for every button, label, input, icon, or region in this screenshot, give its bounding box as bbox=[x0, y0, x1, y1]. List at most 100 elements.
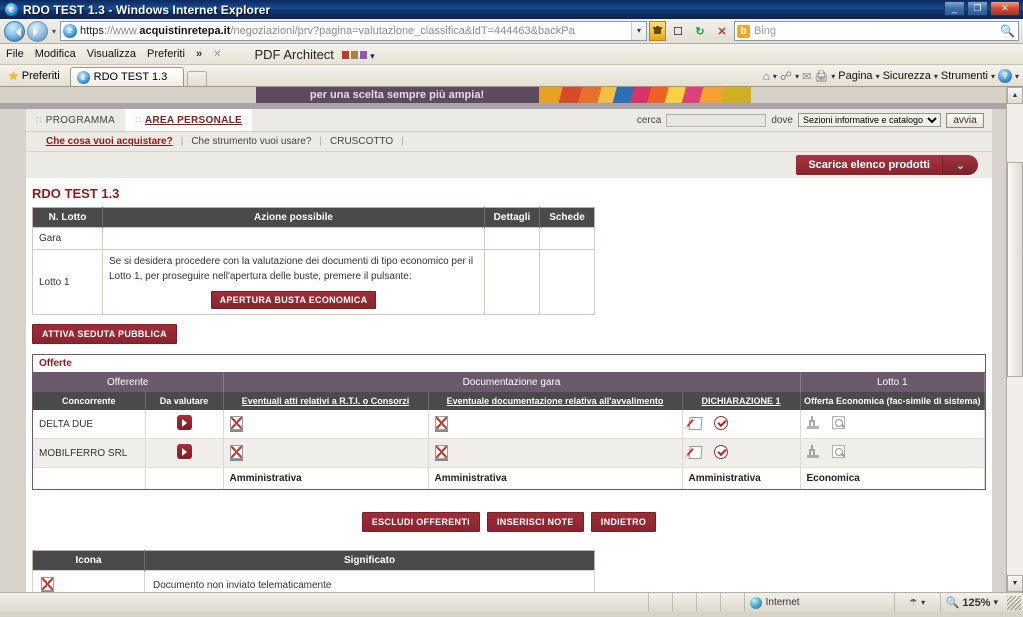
offers-col-dichiarazione-1[interactable]: DICHIARAZIONE 1 bbox=[682, 392, 801, 410]
pagina-caret[interactable]: ▾ bbox=[876, 72, 880, 81]
offer-dichiarazione-cell-delta-due[interactable] bbox=[682, 410, 801, 439]
stop-icon[interactable]: ✕ bbox=[712, 21, 732, 41]
security-zone-indicator[interactable]: Internet bbox=[745, 593, 895, 612]
subnav-che-strumento-vuoi-usare[interactable]: Che strumento vuoi usare? bbox=[183, 136, 319, 147]
protected-mode-caret[interactable]: ▾ bbox=[921, 598, 925, 607]
approved-icon[interactable] bbox=[714, 415, 729, 430]
favorites-button[interactable]: ★ Preferiti bbox=[4, 67, 68, 86]
preview-icon[interactable] bbox=[832, 445, 846, 458]
inserisci-note-button[interactable]: INSERISCI NOTE bbox=[486, 512, 584, 532]
search-box[interactable]: b Bing 🔍 bbox=[734, 21, 1019, 41]
vertical-scrollbar[interactable]: ▲ ▼ bbox=[1006, 87, 1023, 592]
offers-col-rti-consorzi[interactable]: Eventuali atti relativi a R.T.I. o Conso… bbox=[223, 392, 429, 410]
edit-icon[interactable] bbox=[688, 445, 702, 459]
offer-dichiarazione-cell-mobilferro[interactable] bbox=[682, 438, 801, 468]
nav-tab-area-personale[interactable]: ∷ AREA PERSONALE bbox=[125, 109, 253, 131]
pdf-architect-caret[interactable]: ▾ bbox=[370, 51, 375, 61]
recent-pages-caret[interactable]: ▾ bbox=[50, 27, 58, 36]
url-text: https://www.acquistinretepa.it/negoziazi… bbox=[80, 25, 631, 37]
window-resize-grip[interactable] bbox=[1007, 595, 1021, 610]
close-button[interactable]: ✕ bbox=[990, 1, 1020, 16]
chevron-double-down-icon[interactable]: ⌄ bbox=[942, 155, 978, 175]
strumenti-caret[interactable]: ▾ bbox=[991, 72, 995, 81]
menu-item-visualizza[interactable]: Visualizza bbox=[87, 48, 136, 60]
mail-icon[interactable]: ✉ bbox=[802, 70, 811, 83]
help-icon[interactable]: ? bbox=[997, 69, 1012, 83]
offer-economica-cell-delta-due[interactable] bbox=[800, 410, 985, 439]
portal-search-submit-button[interactable]: avvia bbox=[946, 112, 984, 128]
print-caret[interactable]: ▾ bbox=[831, 72, 835, 81]
menu-item-modifica[interactable]: Modifica bbox=[35, 48, 76, 60]
offer-evaluate-cell-delta-due[interactable] bbox=[145, 410, 224, 439]
scrollbar-track[interactable] bbox=[1007, 104, 1023, 575]
scroll-down-arrow-icon[interactable]: ▼ bbox=[1007, 575, 1023, 592]
indietro-button[interactable]: INDIETRO bbox=[590, 512, 657, 532]
new-tab-button[interactable] bbox=[187, 71, 208, 86]
nav-tab-programma[interactable]: ∷ PROGRAMMA bbox=[26, 109, 125, 131]
help-caret[interactable]: ▾ bbox=[1015, 72, 1019, 81]
menu-item-preferiti[interactable]: Preferiti bbox=[147, 48, 185, 60]
offers-footer-rti-type: Amministrativa bbox=[223, 467, 429, 489]
home-icon[interactable]: ⌂ bbox=[763, 69, 770, 83]
portal-search-scope-select[interactable]: Sezioni informative e catalogo bbox=[798, 113, 941, 127]
sicurezza-caret[interactable]: ▾ bbox=[934, 72, 938, 81]
command-sicurezza[interactable]: Sicurezza bbox=[883, 70, 931, 82]
subnav-cruscotto[interactable]: CRUSCOTTO bbox=[322, 136, 401, 147]
escludi-offerenti-button[interactable]: ESCLUDI OFFERENTI bbox=[361, 512, 480, 532]
pdf-architect-icons[interactable] bbox=[341, 50, 367, 59]
offers-footer-avvalimento-type: Amministrativa bbox=[428, 467, 683, 489]
print-icon[interactable]: 🖨 bbox=[814, 70, 828, 83]
offer-economica-cell-mobilferro[interactable] bbox=[800, 438, 985, 468]
status-seg-3 bbox=[673, 593, 697, 612]
offers-col-avvalimento[interactable]: Eventuale documentazione relativa all'av… bbox=[428, 392, 683, 410]
page-body: ∷ PROGRAMMA ∷ AREA PERSONALE cerca dove … bbox=[0, 109, 1006, 592]
rss-caret[interactable]: ▾ bbox=[795, 72, 799, 81]
download-icon[interactable] bbox=[806, 416, 819, 429]
home-caret[interactable]: ▾ bbox=[773, 72, 777, 81]
edit-icon[interactable] bbox=[688, 416, 702, 430]
pdf-create-icon[interactable] bbox=[341, 50, 349, 59]
url-bar[interactable]: https://www.acquistinretepa.it/negoziazi… bbox=[60, 21, 647, 41]
offers-footer-dichiarazione-type: Amministrativa bbox=[682, 467, 801, 489]
rss-feeds-icon[interactable]: ☍ bbox=[780, 69, 792, 83]
lots-table: N. Lotto Azione possibile Dettagli Sched… bbox=[32, 207, 595, 315]
pdf-edit-icon[interactable] bbox=[350, 50, 358, 59]
command-strumenti[interactable]: Strumenti bbox=[941, 70, 988, 82]
status-seg-2 bbox=[649, 593, 673, 612]
menu-close-icon[interactable]: ✕ bbox=[213, 49, 221, 60]
approved-icon[interactable] bbox=[714, 444, 729, 459]
maximize-button[interactable]: ❐ bbox=[967, 1, 988, 16]
lots-table-header-row: N. Lotto Azione possibile Dettagli Sched… bbox=[32, 207, 595, 228]
scroll-up-arrow-icon[interactable]: ▲ bbox=[1007, 87, 1023, 104]
apertura-busta-economica-button[interactable]: APERTURA BUSTA ECONOMICA bbox=[210, 291, 377, 309]
protected-mode-indicator[interactable]: ☂ ▾ bbox=[895, 593, 941, 612]
portal-search-input[interactable] bbox=[666, 113, 767, 127]
compatibility-view-icon[interactable]: ☐ bbox=[668, 21, 688, 41]
browser-tab-rdo-test[interactable]: RDO TEST 1.3 bbox=[69, 67, 185, 86]
play-icon[interactable] bbox=[176, 415, 192, 430]
download-icon[interactable] bbox=[806, 445, 819, 458]
zoom-control[interactable]: 🔍 125% ▾ bbox=[941, 596, 1003, 610]
pdf-convert-icon[interactable] bbox=[359, 50, 367, 59]
back-button[interactable] bbox=[4, 20, 25, 42]
search-magnifier-icon[interactable]: 🔍 bbox=[1000, 24, 1018, 38]
command-pagina[interactable]: Pagina bbox=[838, 70, 872, 82]
menu-item-file[interactable]: File bbox=[6, 48, 24, 60]
scrollbar-thumb[interactable] bbox=[1007, 162, 1023, 377]
table-row: MOBILFERRO SRL bbox=[33, 438, 985, 468]
play-icon[interactable] bbox=[176, 444, 192, 459]
url-dropdown-caret[interactable]: ▾ bbox=[631, 22, 646, 40]
subnav-che-cosa-vuoi-acquistare[interactable]: Che cosa vuoi acquistare? bbox=[38, 136, 181, 147]
search-input[interactable]: Bing bbox=[754, 25, 776, 37]
offer-rti-cell-mobilferro bbox=[223, 438, 429, 468]
menu-overflow-icon[interactable]: » bbox=[196, 48, 202, 60]
zoom-caret[interactable]: ▾ bbox=[993, 597, 998, 608]
minimize-button[interactable]: _ bbox=[944, 1, 965, 16]
preview-icon[interactable] bbox=[832, 416, 846, 429]
forward-button[interactable] bbox=[27, 20, 48, 42]
attiva-seduta-pubblica-button[interactable]: ATTIVA SEDUTA PUBBLICA bbox=[32, 324, 177, 344]
scarica-elenco-prodotti-button[interactable]: Scarica elenco prodotti bbox=[796, 155, 942, 175]
nav-tab-area-personale-label: AREA PERSONALE bbox=[144, 114, 243, 126]
refresh-icon[interactable]: ↻ bbox=[690, 21, 710, 41]
offer-evaluate-cell-mobilferro[interactable] bbox=[145, 438, 224, 468]
